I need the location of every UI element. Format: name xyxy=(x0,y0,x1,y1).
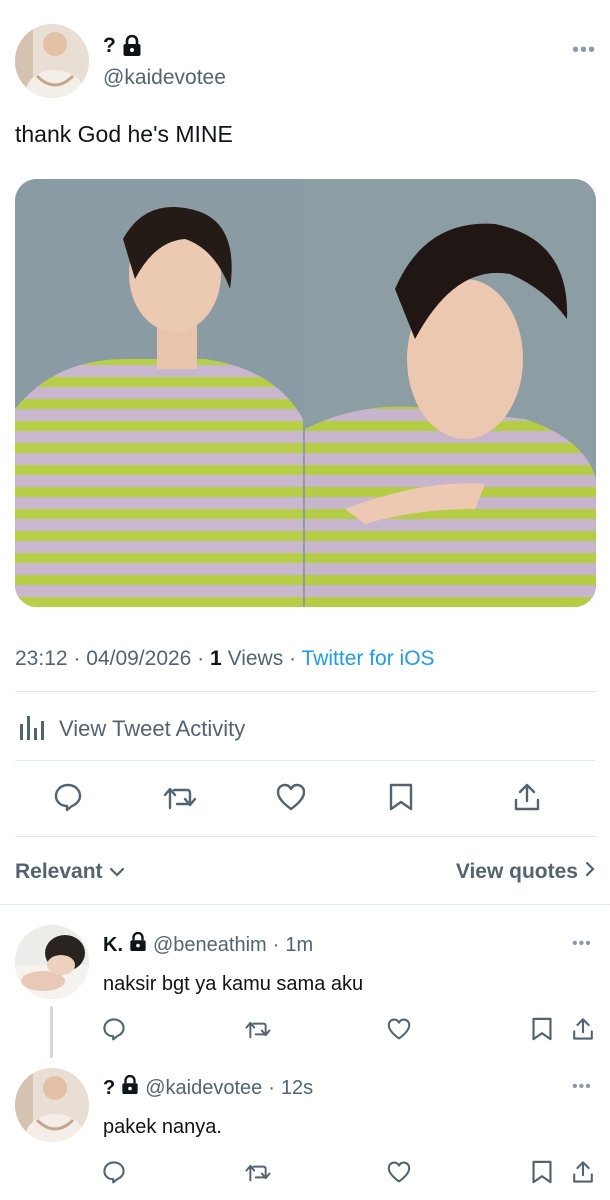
view-tweet-activity-label: View Tweet Activity xyxy=(59,716,246,741)
tweet-media[interactable] xyxy=(15,179,596,607)
media-photo-1[interactable] xyxy=(15,179,303,607)
bookmark-icon[interactable] xyxy=(528,1158,556,1186)
reply-author-handle[interactable]: @beneathim xyxy=(153,934,267,957)
thread-connector-line xyxy=(50,1006,53,1058)
views-count: 1 xyxy=(210,647,222,670)
tweet-source-link[interactable]: Twitter for iOS xyxy=(302,647,435,670)
reply-time[interactable]: 1m xyxy=(285,934,313,957)
tweet-text: thank God he's MINE xyxy=(15,121,233,147)
reply-icon[interactable] xyxy=(100,1015,128,1043)
more-options-icon[interactable]: ••• xyxy=(572,1079,592,1095)
author-avatar[interactable] xyxy=(15,24,89,98)
author-name[interactable]: ? xyxy=(103,34,116,58)
divider xyxy=(15,691,595,692)
reply-icon[interactable] xyxy=(51,780,85,814)
reply-author-name[interactable]: ? xyxy=(103,1077,115,1100)
protected-lock-icon xyxy=(122,35,142,57)
meta-separator: · xyxy=(197,647,205,670)
meta-separator: · xyxy=(73,647,81,670)
reply-author-handle[interactable]: @kaidevotee xyxy=(145,1077,262,1100)
more-options-icon[interactable]: ••• xyxy=(572,936,592,952)
reply-header: K. @beneathim · 1m xyxy=(103,931,313,958)
reply-header: ? @kaidevotee · 12s xyxy=(103,1074,313,1101)
share-icon[interactable] xyxy=(510,780,544,814)
view-quotes-button[interactable]: View quotes xyxy=(456,860,596,884)
chevron-right-icon xyxy=(584,860,596,884)
chevron-down-icon xyxy=(109,860,125,884)
bookmark-icon[interactable] xyxy=(528,1015,556,1043)
media-photo-2[interactable] xyxy=(305,179,596,607)
reply-icon[interactable] xyxy=(100,1158,128,1186)
retweet-icon[interactable] xyxy=(163,780,197,814)
tweet-date: 04/09/2026 xyxy=(86,647,192,670)
share-icon[interactable] xyxy=(569,1158,597,1186)
protected-lock-icon xyxy=(121,1074,139,1101)
sort-label: Relevant xyxy=(15,860,103,883)
analytics-icon xyxy=(19,712,45,746)
author-handle[interactable]: @kaidevotee xyxy=(103,66,226,90)
view-quotes-label: View quotes xyxy=(455,860,578,883)
author-name-row: ? xyxy=(103,34,142,58)
bookmark-icon[interactable] xyxy=(384,780,418,814)
like-icon[interactable] xyxy=(385,1015,413,1043)
meta-separator: · xyxy=(268,1076,275,1099)
reply-text: naksir bgt ya kamu sama aku xyxy=(103,973,364,995)
meta-separator: · xyxy=(289,647,297,670)
views-label: Views xyxy=(227,647,284,670)
sort-relevant-dropdown[interactable]: Relevant xyxy=(15,860,125,884)
tweet-time: 23:12 xyxy=(15,647,68,670)
reply-author-name[interactable]: K. xyxy=(103,934,123,957)
like-icon[interactable] xyxy=(274,780,308,814)
tweet-action-bar xyxy=(0,780,610,816)
reply-avatar[interactable] xyxy=(15,925,89,999)
reply-text: pakek nanya. xyxy=(103,1116,222,1138)
reply-avatar[interactable] xyxy=(15,1068,89,1142)
like-icon[interactable] xyxy=(385,1158,413,1186)
share-icon[interactable] xyxy=(569,1015,597,1043)
protected-lock-icon xyxy=(129,931,147,958)
reply-time[interactable]: 12s xyxy=(281,1077,313,1100)
divider xyxy=(0,904,610,905)
divider xyxy=(15,836,595,837)
more-options-icon[interactable]: ••• xyxy=(572,40,596,60)
meta-separator: · xyxy=(272,933,280,956)
retweet-icon[interactable] xyxy=(244,1158,272,1186)
view-tweet-activity-button[interactable]: View Tweet Activity xyxy=(19,712,245,746)
divider xyxy=(15,760,595,761)
tweet-meta: 23:12 · 04/09/2026 · 1 Views · Twitter f… xyxy=(15,647,435,671)
retweet-icon[interactable] xyxy=(244,1015,272,1043)
